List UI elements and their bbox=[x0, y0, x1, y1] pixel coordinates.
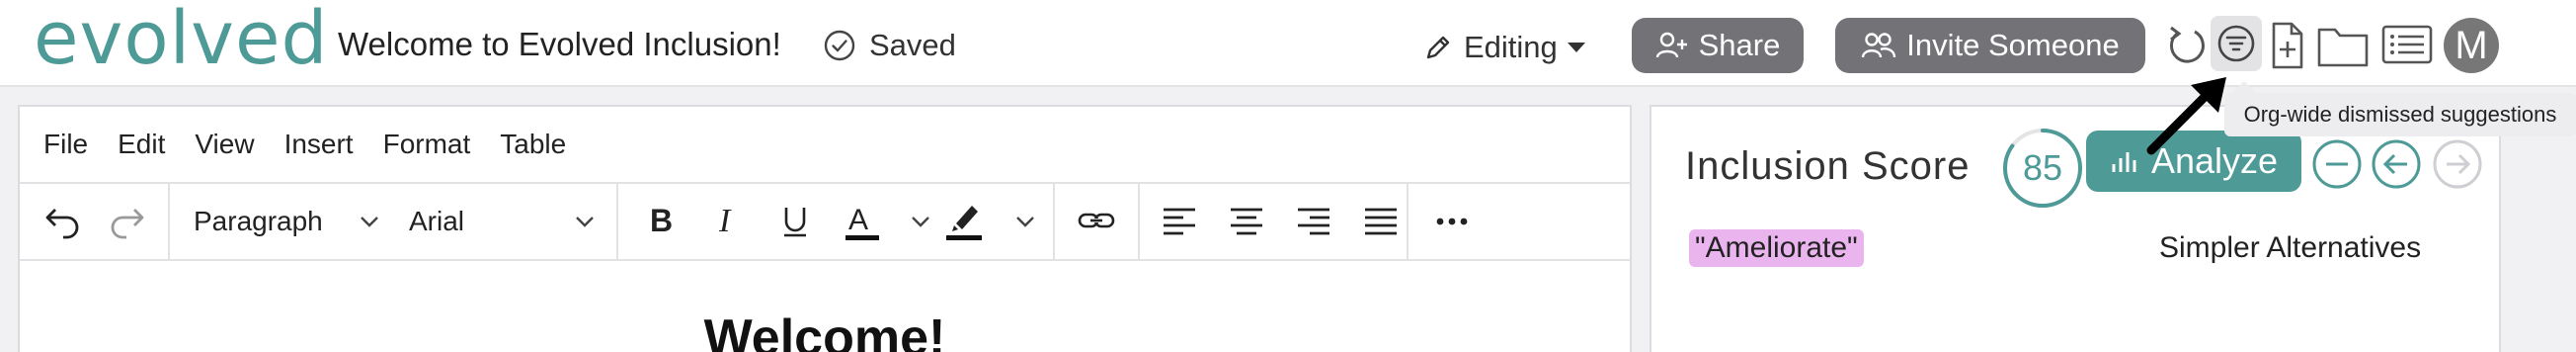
more-options-icon[interactable] bbox=[1432, 184, 1472, 259]
svg-text:A: A bbox=[848, 204, 868, 236]
saved-label: Saved bbox=[869, 28, 956, 62]
link-icon[interactable] bbox=[1077, 184, 1116, 259]
mode-dropdown[interactable]: Editing bbox=[1422, 30, 1585, 65]
logo[interactable]: evolved bbox=[34, 0, 328, 81]
redo-icon[interactable] bbox=[107, 184, 148, 259]
toolbar-divider bbox=[1407, 184, 1409, 259]
italic-icon[interactable]: I bbox=[713, 184, 743, 259]
flagged-word[interactable]: "Ameliorate" bbox=[1689, 229, 1864, 267]
list-icon[interactable] bbox=[2380, 24, 2434, 65]
menu-bar: File Edit View Insert Format Table bbox=[20, 107, 1630, 184]
menu-insert[interactable]: Insert bbox=[284, 129, 354, 160]
previous-suggestion-icon[interactable] bbox=[2371, 138, 2422, 190]
align-right-icon[interactable] bbox=[1296, 184, 1331, 259]
users-icon bbox=[1862, 33, 1896, 58]
svg-text:B: B bbox=[650, 203, 673, 238]
pencil-icon bbox=[1426, 36, 1450, 59]
toolbar-divider bbox=[616, 184, 618, 259]
save-status: Saved bbox=[824, 28, 956, 63]
filter-button[interactable] bbox=[2211, 16, 2262, 71]
chevron-down-icon[interactable] bbox=[909, 210, 932, 233]
annotation-arrow-icon bbox=[2146, 77, 2226, 155]
minus-circle-icon[interactable] bbox=[2311, 138, 2363, 190]
svg-text:I: I bbox=[718, 203, 732, 239]
chevron-down-icon[interactable] bbox=[1013, 210, 1037, 233]
font-family-select[interactable]: Arial bbox=[409, 184, 464, 259]
add-user-icon bbox=[1655, 32, 1687, 58]
filter-icon bbox=[2217, 25, 2255, 62]
score-label: Inclusion Score bbox=[1685, 144, 1971, 188]
undo-icon[interactable] bbox=[41, 184, 83, 259]
score-value: 85 bbox=[2022, 147, 2063, 188]
block-format-select[interactable]: Paragraph bbox=[194, 184, 323, 259]
top-bar: evolved Welcome to Evolved Inclusion! Sa… bbox=[0, 0, 2576, 87]
invite-someone-button[interactable]: Invite Someone bbox=[1835, 18, 2145, 73]
menu-edit[interactable]: Edit bbox=[118, 129, 165, 160]
menu-table[interactable]: Table bbox=[500, 129, 566, 160]
folder-icon[interactable] bbox=[2315, 22, 2371, 69]
highlight-color-icon[interactable] bbox=[944, 184, 986, 259]
bold-icon[interactable]: B bbox=[644, 184, 680, 259]
inclusion-panel: Inclusion Score 85 Analyze "Ameliorate" … bbox=[1650, 105, 2501, 352]
chevron-down-icon bbox=[576, 217, 594, 227]
caret-down-icon bbox=[1567, 43, 1585, 52]
document-title[interactable]: Welcome to Evolved Inclusion! bbox=[338, 26, 781, 63]
menu-file[interactable]: File bbox=[43, 129, 88, 160]
text-color-icon[interactable]: A bbox=[844, 184, 883, 259]
toolbar-divider bbox=[1138, 184, 1140, 259]
invite-label: Invite Someone bbox=[1906, 28, 2120, 62]
align-center-icon[interactable] bbox=[1229, 184, 1264, 259]
bar-chart-icon bbox=[2112, 152, 2136, 172]
align-left-icon[interactable] bbox=[1162, 184, 1197, 259]
share-label: Share bbox=[1698, 28, 1781, 62]
editor-panel: File Edit View Insert Format Table Parag… bbox=[18, 105, 1632, 352]
document-heading[interactable]: Welcome! bbox=[20, 308, 1630, 352]
chevron-down-icon bbox=[361, 217, 378, 227]
menu-format[interactable]: Format bbox=[383, 129, 471, 160]
alternatives-label: Simpler Alternatives bbox=[2159, 231, 2422, 264]
check-circle-icon bbox=[824, 30, 855, 61]
menu-view[interactable]: View bbox=[195, 129, 254, 160]
avatar[interactable]: M bbox=[2444, 18, 2499, 73]
font-family-value: Arial bbox=[409, 206, 465, 236]
mode-label: Editing bbox=[1464, 30, 1558, 64]
underline-icon[interactable] bbox=[778, 184, 812, 259]
toolbar-divider bbox=[1053, 184, 1055, 259]
block-format-value: Paragraph bbox=[194, 206, 323, 236]
undo-history-icon[interactable] bbox=[2165, 22, 2209, 69]
formatting-toolbar: Paragraph Arial B I A bbox=[20, 184, 1630, 261]
new-file-icon[interactable] bbox=[2268, 20, 2307, 71]
share-button[interactable]: Share bbox=[1632, 18, 1804, 73]
justify-icon[interactable] bbox=[1363, 184, 1399, 259]
next-suggestion-icon[interactable] bbox=[2432, 138, 2483, 190]
toolbar-divider bbox=[168, 184, 170, 259]
tooltip: Org-wide dismissed suggestions bbox=[2224, 81, 2576, 136]
tooltip-text: Org-wide dismissed suggestions bbox=[2243, 102, 2557, 127]
